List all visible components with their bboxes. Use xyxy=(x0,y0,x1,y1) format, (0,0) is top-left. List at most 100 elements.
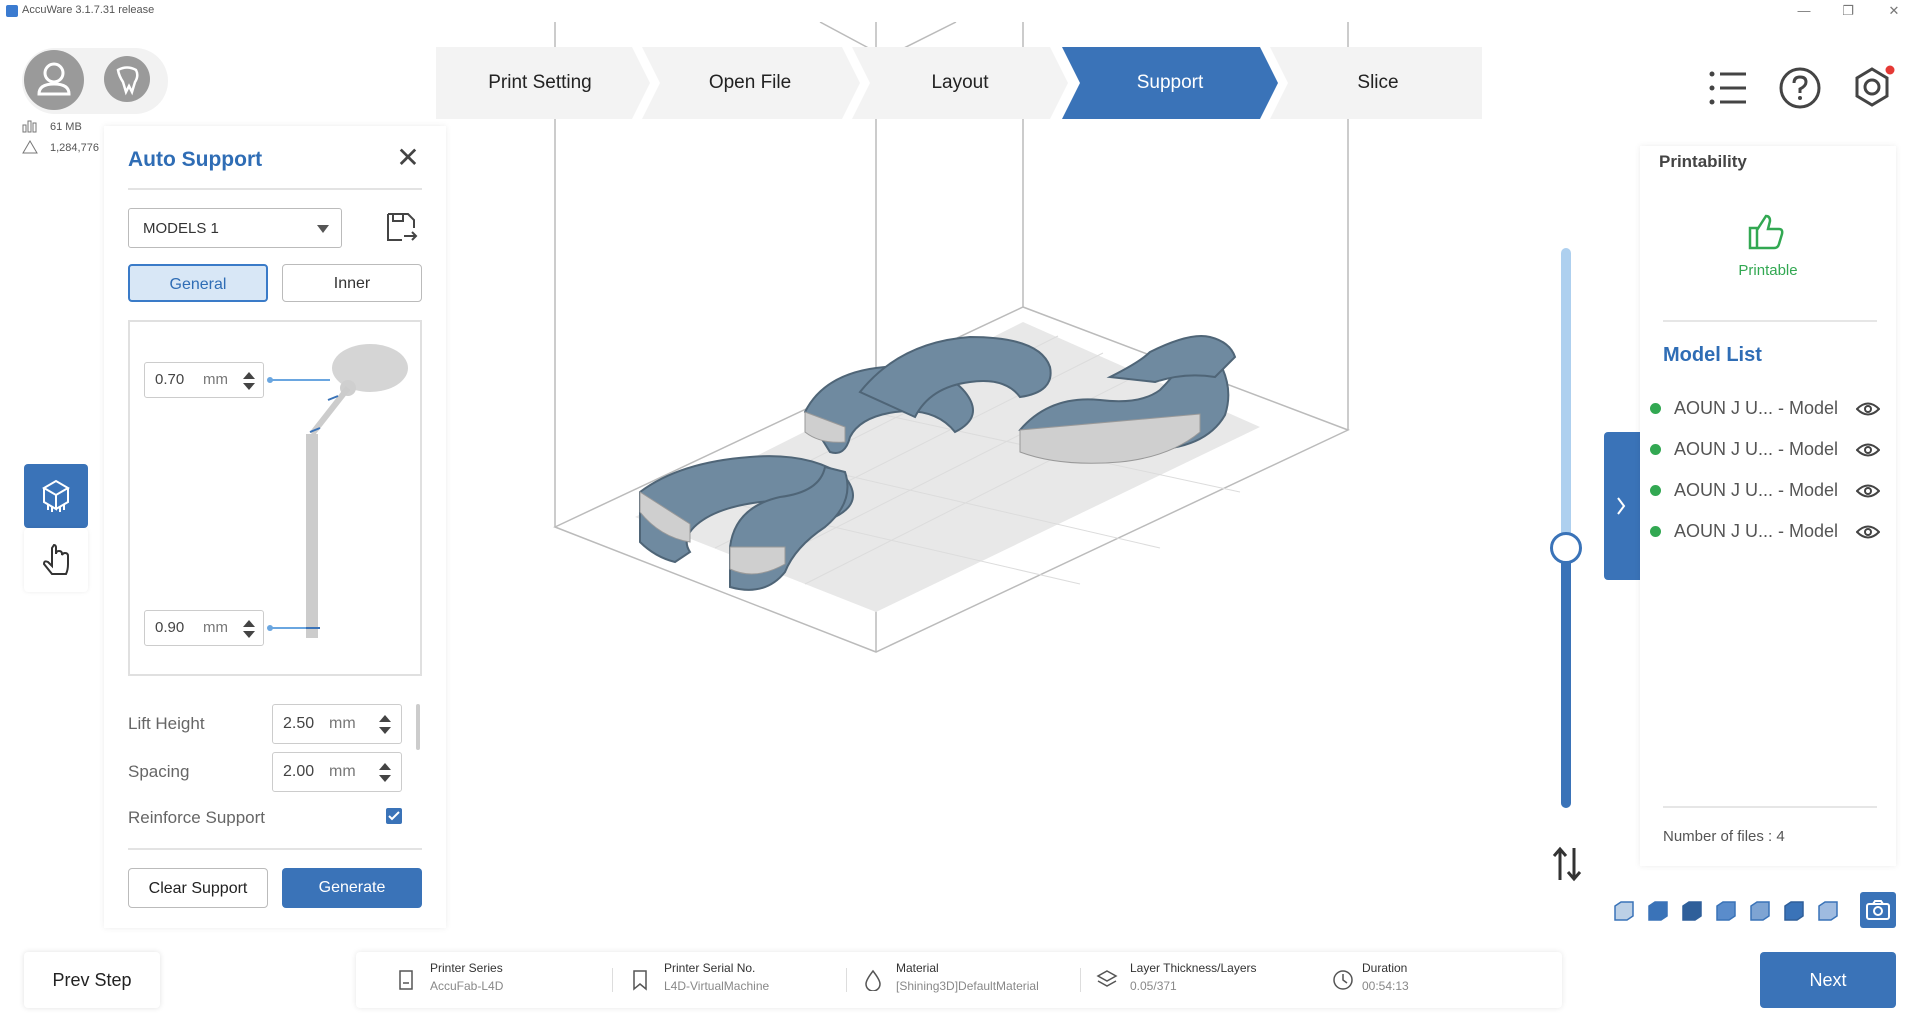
layer-slider-fill xyxy=(1561,548,1571,808)
right-panel: Printability Printable Model List AOUN J… xyxy=(1640,146,1896,866)
decrement-icon[interactable] xyxy=(243,631,255,638)
swap-arrows-icon[interactable] xyxy=(1550,844,1584,889)
chevron-right-icon xyxy=(1617,497,1626,515)
printer-serial-info: Printer Serial No. L4D-VirtualMachine xyxy=(664,961,769,993)
status-dot xyxy=(1650,403,1661,414)
decrement-icon[interactable] xyxy=(243,383,255,390)
base-diameter-input[interactable]: 0.90 mm xyxy=(144,610,264,646)
memory-icon xyxy=(22,119,38,138)
auto-support-tool[interactable] xyxy=(24,464,88,528)
camera-icon xyxy=(1866,900,1890,920)
screenshot-button[interactable] xyxy=(1860,892,1896,928)
tab-inner[interactable]: Inner xyxy=(282,264,422,302)
list-item[interactable]: AOUN J U... - Model xyxy=(1650,435,1880,465)
app-icon xyxy=(6,5,18,17)
prev-step-button[interactable]: Prev Step xyxy=(24,952,160,1008)
model-name: AOUN J U... - Model xyxy=(1674,521,1839,541)
step-support[interactable]: Support xyxy=(1070,47,1270,119)
view-left-icon[interactable] xyxy=(1680,898,1704,922)
info-label: Material xyxy=(896,961,939,975)
eye-icon[interactable] xyxy=(1856,441,1880,459)
spacing-value: 2.00 xyxy=(283,763,315,780)
right-panel-toggle[interactable] xyxy=(1604,432,1640,580)
view-front-icon[interactable] xyxy=(1612,898,1636,922)
lift-height-label: Lift Height xyxy=(128,714,205,733)
view-right-icon[interactable] xyxy=(1714,898,1738,922)
restore-icon[interactable]: ❐ xyxy=(1828,2,1868,20)
spacing-unit: mm xyxy=(329,763,356,780)
divider xyxy=(1080,968,1081,992)
increment-icon[interactable] xyxy=(243,372,255,379)
printer-icon xyxy=(398,969,414,996)
printability-title: Printability xyxy=(1659,152,1747,171)
droplet-icon xyxy=(864,969,882,996)
settings-gear-icon[interactable] xyxy=(1848,64,1896,117)
eye-icon[interactable] xyxy=(1856,400,1880,418)
divider xyxy=(128,848,422,850)
list-item[interactable]: AOUN J U... - Model xyxy=(1650,394,1880,424)
lift-height-input[interactable]: 2.50 mm xyxy=(272,704,402,744)
step-print-setting[interactable]: Print Setting xyxy=(440,47,640,119)
view-bottom-icon[interactable] xyxy=(1782,898,1806,922)
layer-thickness-info: Layer Thickness/Layers 0.05/371 xyxy=(1130,961,1257,993)
memory-value: 61 MB xyxy=(50,121,82,133)
triangle-count: 1,284,776 xyxy=(50,142,99,154)
tip-diameter-input[interactable]: 0.70 mm xyxy=(144,362,264,398)
tooth-icon[interactable] xyxy=(104,56,150,102)
menu-list-icon[interactable] xyxy=(1706,66,1750,115)
model-name: AOUN J U... - Model xyxy=(1674,439,1839,459)
spacing-input[interactable]: 2.00 mm xyxy=(272,752,402,792)
divider xyxy=(1663,806,1877,808)
step-slice[interactable]: Slice xyxy=(1278,47,1478,119)
list-item[interactable]: AOUN J U... - Model xyxy=(1650,517,1880,547)
info-value: 0.05/371 xyxy=(1130,979,1177,993)
view-iso-icon[interactable] xyxy=(1816,898,1840,922)
save-export-icon[interactable] xyxy=(384,210,420,251)
checkmark-icon xyxy=(388,811,400,821)
thumbs-up-icon xyxy=(1746,212,1786,255)
decrement-icon[interactable] xyxy=(379,775,391,782)
eye-icon[interactable] xyxy=(1856,482,1880,500)
model-name: AOUN J U... - Model xyxy=(1674,398,1839,418)
reinforce-support-label: Reinforce Support xyxy=(128,808,266,826)
spacing-label: Spacing xyxy=(128,762,190,781)
info-value: [Shining3D]DefaultMaterial xyxy=(896,979,1039,993)
close-icon[interactable]: ✕ xyxy=(394,144,422,172)
layer-slider-handle[interactable] xyxy=(1550,532,1582,564)
minimize-icon[interactable]: — xyxy=(1784,2,1824,20)
user-avatar[interactable] xyxy=(24,50,84,110)
view-toolbar xyxy=(1606,890,1896,930)
material-info: Material [Shining3D]DefaultMaterial xyxy=(896,961,1039,993)
view-top-icon[interactable] xyxy=(1748,898,1772,922)
reinforce-support-checkbox[interactable] xyxy=(386,808,402,824)
duration-info: Duration 00:54:13 xyxy=(1362,961,1409,993)
print-info-bar: Printer Series AccuFab-L4D Printer Seria… xyxy=(356,952,1562,1008)
model-select[interactable]: MODELS 1 xyxy=(128,208,342,248)
eye-icon[interactable] xyxy=(1856,523,1880,541)
info-label: Printer Serial No. xyxy=(664,961,756,975)
decrement-icon[interactable] xyxy=(379,727,391,734)
status-dot xyxy=(1650,444,1661,455)
info-label: Printer Series xyxy=(430,961,503,975)
support-diagram: 0.70 mm 0.90 mm xyxy=(128,320,422,676)
generate-button[interactable]: Generate xyxy=(282,868,422,908)
info-value: 00:54:13 xyxy=(1362,979,1409,993)
increment-icon[interactable] xyxy=(379,763,391,770)
close-icon[interactable]: ✕ xyxy=(1874,2,1914,20)
clear-support-button[interactable]: Clear Support xyxy=(128,868,268,908)
title-bar: AccuWare 3.1.7.31 release — ❐ ✕ xyxy=(0,0,1920,22)
panel-scrollbar[interactable] xyxy=(416,704,420,750)
help-icon[interactable] xyxy=(1778,66,1822,115)
next-button[interactable]: Next xyxy=(1760,952,1896,1008)
step-open-file[interactable]: Open File xyxy=(650,47,850,119)
hand-pointer-icon xyxy=(42,543,69,575)
increment-icon[interactable] xyxy=(379,715,391,722)
tab-general[interactable]: General xyxy=(128,264,268,302)
manual-support-tool[interactable] xyxy=(24,528,88,592)
list-item[interactable]: AOUN J U... - Model xyxy=(1650,476,1880,506)
tip-diameter-unit: mm xyxy=(203,371,228,388)
view-back-icon[interactable] xyxy=(1646,898,1670,922)
step-layout[interactable]: Layout xyxy=(860,47,1060,119)
printable-status: Printable xyxy=(1738,262,1798,279)
increment-icon[interactable] xyxy=(243,620,255,627)
